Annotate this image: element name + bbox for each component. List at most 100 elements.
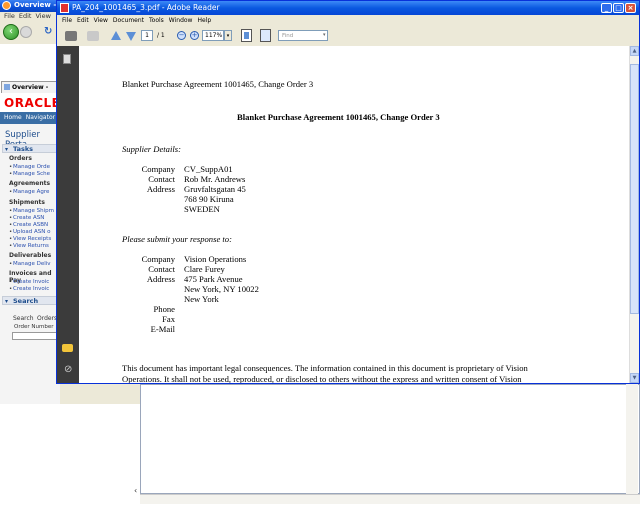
attachment-icon[interactable]: ⊘ xyxy=(64,364,72,375)
background-horizontal-scrollbar[interactable] xyxy=(140,494,640,504)
tab-overview[interactable]: Overview - Su xyxy=(1,81,59,102)
category-deliverables: Deliverables xyxy=(9,252,52,259)
oracle-header: ORACLE xyxy=(0,94,60,112)
maximize-button[interactable]: □ xyxy=(613,3,624,13)
minimize-button[interactable]: _ xyxy=(601,3,612,13)
menu-file[interactable]: File xyxy=(4,12,15,20)
background-blank-area xyxy=(0,44,60,80)
splitter-chevron-icon[interactable]: ‹ xyxy=(134,486,137,495)
next-page-icon[interactable] xyxy=(126,32,136,41)
supplier-company: CV_SuppA01 xyxy=(184,164,233,174)
response-address-line: New York, NY 10022 xyxy=(184,284,259,294)
collapse-icon: ▾ xyxy=(5,298,9,305)
email-icon[interactable] xyxy=(87,31,99,41)
response-address-line: New York xyxy=(184,294,219,304)
menu-edit[interactable]: Edit xyxy=(77,17,89,24)
menu-file[interactable]: File xyxy=(62,17,72,24)
search-header[interactable]: ▾ Search xyxy=(2,296,58,305)
link-manage-schedules[interactable]: Manage Sche xyxy=(9,171,50,177)
zoom-input[interactable]: 117% xyxy=(202,30,224,41)
response-address-label: Address xyxy=(146,274,175,284)
response-address-line: 475 Park Avenue xyxy=(184,274,243,284)
tasks-header[interactable]: ▾ Tasks xyxy=(2,144,58,153)
link-manage-deliverables[interactable]: Manage Deliv xyxy=(9,261,50,267)
supplier-address-label: Address xyxy=(146,184,175,194)
supplier-address-line: Gruvfaltsgatan 45 xyxy=(184,184,246,194)
order-number-input[interactable] xyxy=(12,332,58,340)
pdf-icon xyxy=(60,3,69,13)
legal-notice-line: Operations. It shall not be used, reprod… xyxy=(122,374,522,383)
fit-width-icon[interactable] xyxy=(260,29,271,42)
response-phone-label: Phone xyxy=(153,304,175,314)
link-create-asn[interactable]: Create ASN xyxy=(9,215,44,221)
subtab-search[interactable]: Search xyxy=(13,315,34,322)
collapse-icon: ▾ xyxy=(5,146,9,153)
forward-button[interactable] xyxy=(20,26,32,38)
scroll-down-icon[interactable]: ▼ xyxy=(630,373,639,383)
reader-menu-bar: File Edit View Document Tools Window Help xyxy=(57,15,639,26)
reader-title-bar: PA_204_1001465_3.pdf - Adobe Reader _ □ … xyxy=(57,1,639,15)
menu-window[interactable]: Window xyxy=(169,17,193,24)
link-view-returns[interactable]: View Returns xyxy=(9,243,49,249)
supplier-contact-label: Contact xyxy=(148,174,175,184)
refresh-icon[interactable]: ↻ xyxy=(44,26,52,37)
nav-home[interactable]: Home xyxy=(4,114,22,121)
nav-navigator[interactable]: Navigator ▾ xyxy=(26,114,60,121)
order-number-label: Order Number xyxy=(14,324,54,330)
reader-window-title: PA_204_1001465_3.pdf - Adobe Reader xyxy=(72,3,220,12)
background-content-panel xyxy=(140,384,640,494)
find-input[interactable]: Find xyxy=(278,30,328,41)
zoom-out-icon[interactable]: − xyxy=(177,31,186,40)
link-create-invoice-2[interactable]: Create Invoic xyxy=(9,286,49,292)
supplier-address-line: SWEDEN xyxy=(184,204,220,214)
subtab-orders[interactable]: Orders xyxy=(37,315,57,322)
zoom-in-icon[interactable]: + xyxy=(190,31,199,40)
link-create-asbn[interactable]: Create ASBN xyxy=(9,222,48,228)
reader-toolbar: 1 / 1 − + 117% ▾ Find ▾ xyxy=(57,26,639,47)
document-title: Blanket Purchase Agreement 1001465, Chan… xyxy=(237,112,440,122)
menu-document[interactable]: Document xyxy=(113,17,144,24)
link-manage-orders[interactable]: Manage Orde xyxy=(9,164,50,170)
response-email-label: E-Mail xyxy=(150,324,175,334)
category-orders: Orders xyxy=(9,155,32,162)
previous-page-icon[interactable] xyxy=(111,31,121,40)
menu-help[interactable]: Help xyxy=(197,17,211,24)
supplier-company-label: Company xyxy=(141,164,175,174)
link-manage-shipments[interactable]: Manage Shipm xyxy=(9,208,54,214)
page-number-input[interactable]: 1 xyxy=(141,30,153,41)
menu-view[interactable]: View xyxy=(94,17,108,24)
response-fax-label: Fax xyxy=(162,314,175,324)
reader-vertical-scrollbar[interactable]: ▲ ▼ xyxy=(629,46,639,383)
menu-edit[interactable]: Edit xyxy=(19,12,32,20)
global-nav-bar: Home Navigator ▾ xyxy=(0,112,60,124)
response-company: Vision Operations xyxy=(184,254,247,264)
link-upload-asn[interactable]: Upload ASN o xyxy=(9,229,50,235)
comment-icon[interactable] xyxy=(62,344,73,352)
menu-view[interactable]: View xyxy=(35,12,50,20)
oracle-logo: ORACLE xyxy=(4,96,61,110)
background-menu-bar: File Edit View xyxy=(0,12,60,22)
link-manage-agreements[interactable]: Manage Agre xyxy=(9,189,49,195)
browser-icon xyxy=(2,1,11,10)
background-vertical-scrollbar[interactable] xyxy=(626,384,638,494)
background-tab-strip: Overview - Su xyxy=(0,80,60,102)
scroll-up-icon[interactable]: ▲ xyxy=(630,46,639,56)
header-line: Blanket Purchase Agreement 1001465, Chan… xyxy=(122,79,314,89)
link-create-invoice[interactable]: Create Invoic xyxy=(9,279,49,285)
supplier-heading: Supplier Details: xyxy=(122,144,181,154)
page-icon xyxy=(4,84,10,90)
link-view-receipts[interactable]: View Receipts xyxy=(9,236,51,242)
fit-page-icon[interactable] xyxy=(241,29,252,42)
pages-icon[interactable] xyxy=(63,54,71,64)
menu-tools[interactable]: Tools xyxy=(149,17,164,24)
document-view[interactable]: Blanket Purchase Agreement 1001465, Chan… xyxy=(79,46,629,383)
adobe-reader-window: PA_204_1001465_3.pdf - Adobe Reader _ □ … xyxy=(56,0,640,384)
scroll-thumb[interactable] xyxy=(630,64,639,314)
print-icon[interactable] xyxy=(65,31,77,41)
supplier-contact: Rob Mr. Andrews xyxy=(184,174,246,184)
zoom-dropdown-icon[interactable]: ▾ xyxy=(224,30,232,41)
find-dropdown-icon[interactable]: ▾ xyxy=(323,32,326,46)
back-button[interactable]: ‹ xyxy=(3,24,19,40)
close-button[interactable]: × xyxy=(625,3,636,13)
legal-notice-line: This document has important legal conseq… xyxy=(122,363,528,373)
